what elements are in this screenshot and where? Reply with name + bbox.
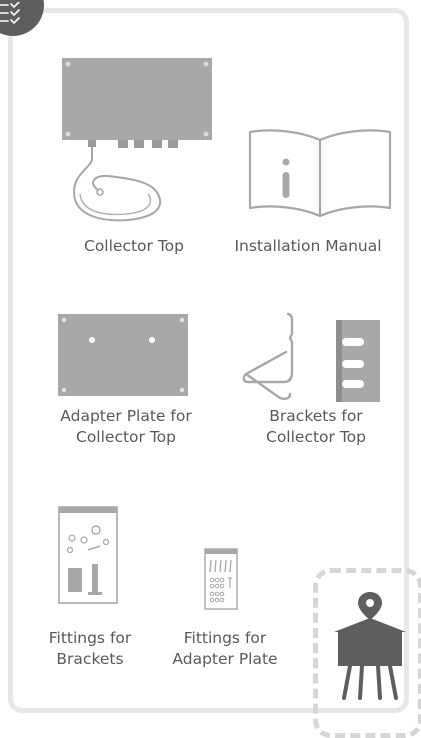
installation-manual-label: Installation Manual: [234, 237, 382, 255]
collector-on-stand-illustration: [330, 590, 410, 706]
adapter-plate-label-line1: Adapter Plate for: [60, 407, 192, 425]
collector-top-label: Collector Top: [84, 237, 184, 255]
brackets-label-line1: Brackets for: [269, 407, 363, 425]
adapter-plate-illustration: [58, 314, 190, 402]
brackets-label: Brackets for Collector Top: [236, 406, 396, 448]
brackets-label-line2: Collector Top: [266, 428, 366, 446]
fittings-brackets-bag-illustration: [58, 506, 120, 610]
fittings-adapter-plate-label-line1: Fittings for: [183, 629, 267, 647]
adapter-plate-label: Adapter Plate for Collector Top: [46, 406, 206, 448]
fittings-brackets-label: Fittings for Brackets: [30, 628, 150, 670]
collector-top-illustration: [60, 56, 220, 230]
adapter-plate-label-line2: Collector Top: [76, 428, 176, 446]
brackets-illustration: [240, 312, 390, 408]
fittings-brackets-label-line1: Fittings for: [48, 629, 132, 647]
fittings-brackets-label-line2: Brackets: [56, 650, 124, 668]
fittings-adapter-plate-card-illustration: [204, 548, 238, 614]
fittings-adapter-plate-label-line2: Adapter Plate: [172, 650, 278, 668]
checklist-icon: [0, 2, 20, 24]
fittings-adapter-plate-label: Fittings for Adapter Plate: [160, 628, 290, 670]
installation-manual-illustration: [246, 128, 396, 222]
